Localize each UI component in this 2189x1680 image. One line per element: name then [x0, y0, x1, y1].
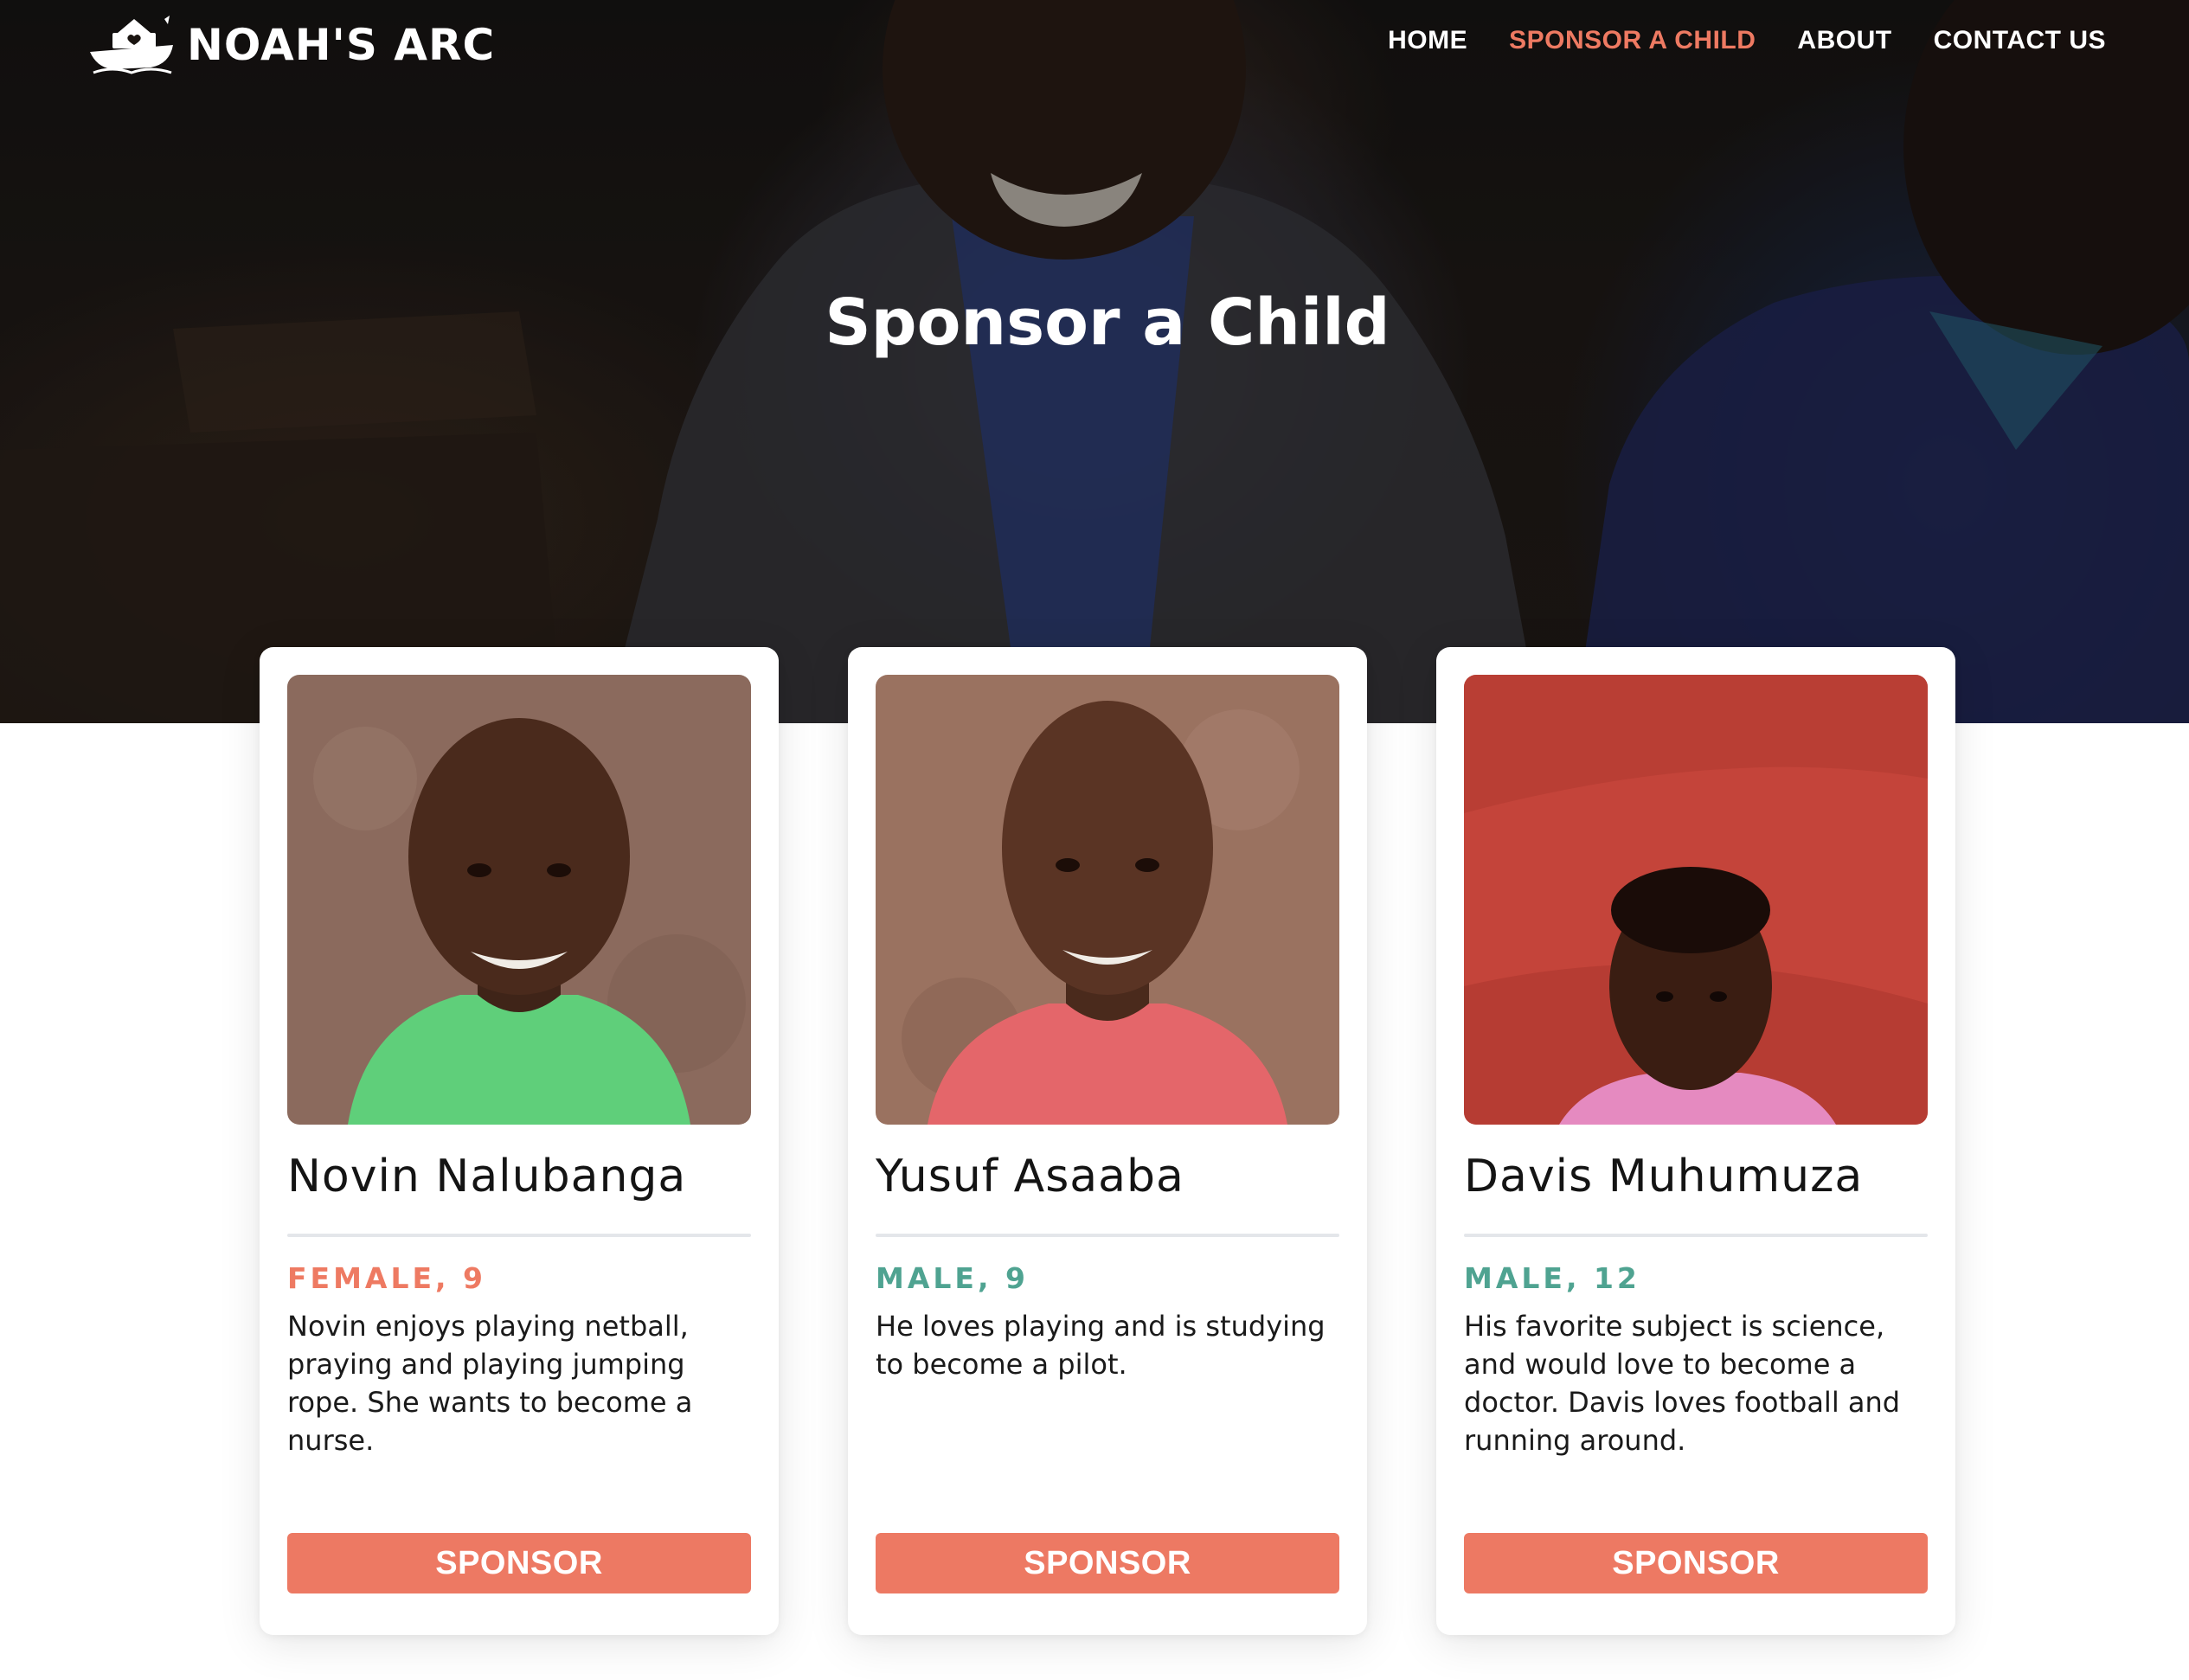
nav-sponsor-a-child[interactable]: SPONSOR A CHILD — [1509, 26, 1756, 55]
card-divider — [876, 1234, 1339, 1237]
sponsor-button[interactable]: SPONSOR — [287, 1533, 751, 1593]
hero-banner — [0, 0, 2189, 723]
child-gender-age: MALE, 9 — [876, 1261, 1029, 1295]
child-photo — [1464, 675, 1928, 1125]
card-divider — [287, 1234, 751, 1237]
nav-contact-us[interactable]: CONTACT US — [1934, 26, 2106, 55]
nav-home[interactable]: HOME — [1388, 26, 1467, 55]
child-name: Novin Nalubanga — [287, 1151, 687, 1202]
main-nav: HOME SPONSOR A CHILD ABOUT CONTACT US — [1388, 26, 2106, 55]
sponsor-button[interactable]: SPONSOR — [876, 1533, 1339, 1593]
hero-overlay — [0, 0, 2189, 723]
child-gender-age: MALE, 12 — [1464, 1261, 1640, 1295]
child-name: Yusuf Asaaba — [876, 1151, 1184, 1202]
child-description: His favorite subject is science, and wou… — [1464, 1310, 1901, 1457]
child-description: He loves playing and is studying to beco… — [876, 1310, 1326, 1381]
child-card: Yusuf Asaaba MALE, 9 He loves playing an… — [848, 647, 1367, 1635]
child-photo — [287, 675, 751, 1125]
child-description: Novin enjoys playing netball, praying an… — [287, 1310, 693, 1457]
child-card: Davis Muhumuza MALE, 12 His favorite sub… — [1436, 647, 1955, 1635]
sponsor-button[interactable]: SPONSOR — [1464, 1533, 1928, 1593]
child-card: Novin Nalubanga FEMALE, 9 Novin enjoys p… — [260, 647, 779, 1635]
ark-boat-icon — [90, 16, 173, 74]
nav-about[interactable]: ABOUT — [1797, 26, 1891, 55]
brand-logo[interactable]: NOAH'S ARC — [87, 14, 495, 76]
child-photo — [876, 675, 1339, 1125]
child-gender-age: FEMALE, 9 — [287, 1261, 487, 1295]
page-title: Sponsor a Child — [825, 285, 1390, 360]
brand-name: NOAH'S ARC — [187, 20, 496, 70]
card-divider — [1464, 1234, 1928, 1237]
child-name: Davis Muhumuza — [1464, 1151, 1864, 1202]
